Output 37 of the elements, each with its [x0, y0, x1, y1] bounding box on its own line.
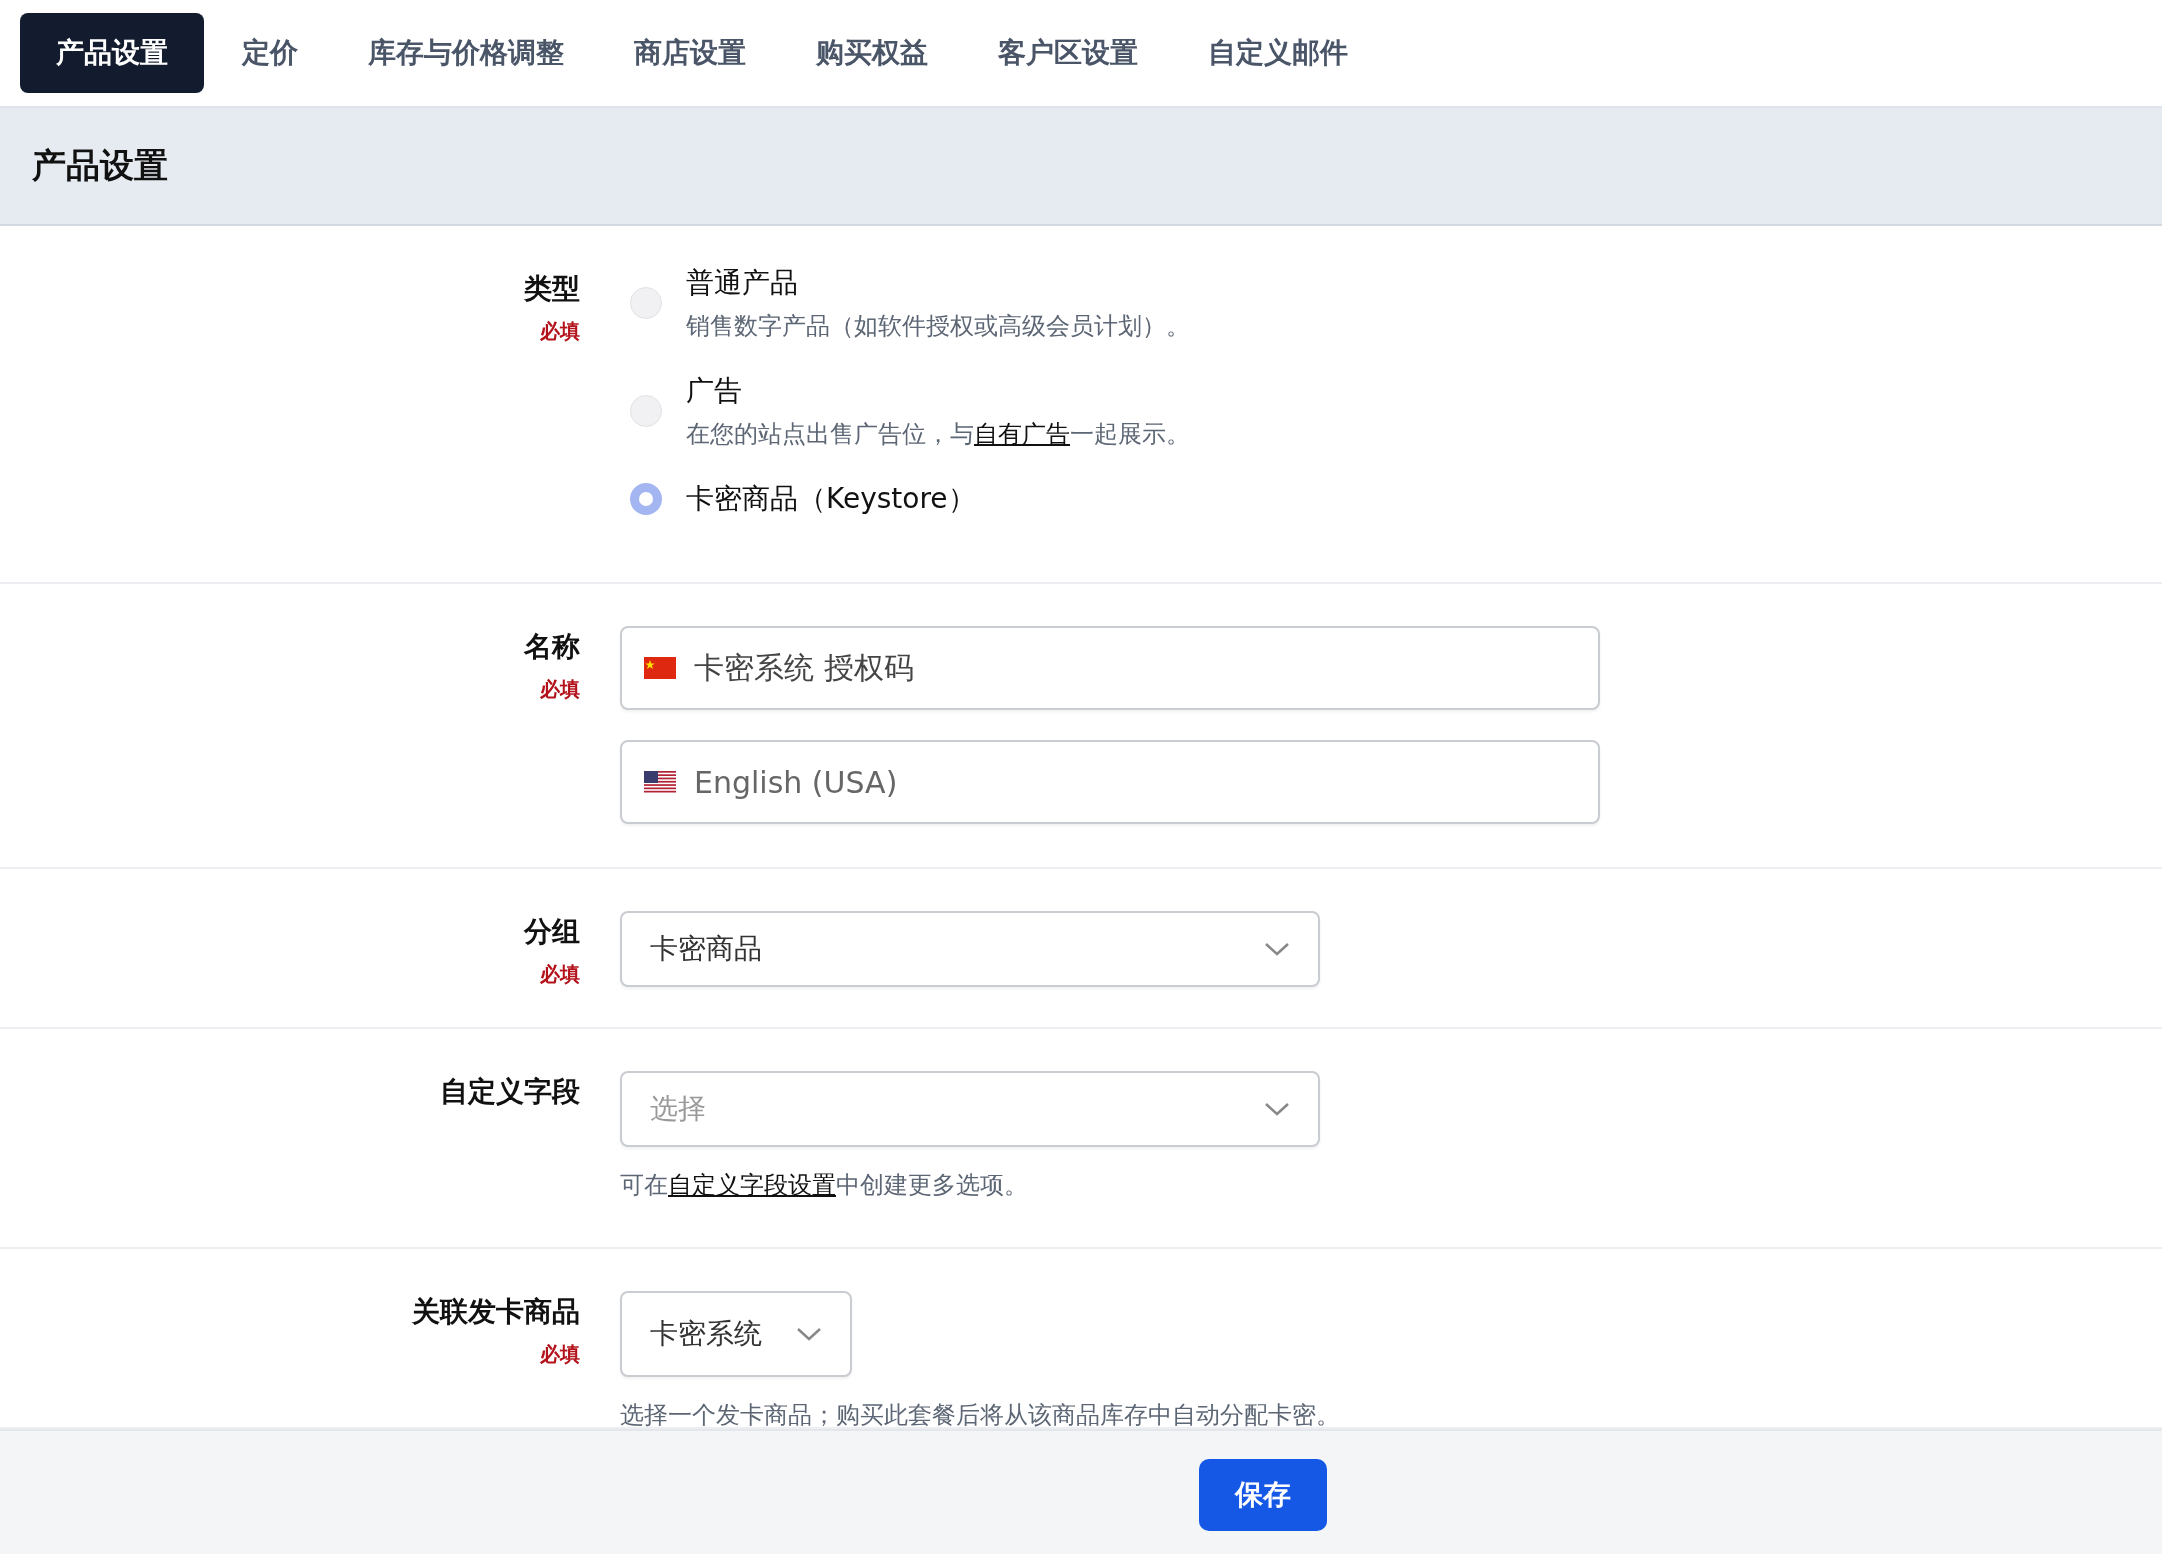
field-label: 自定义字段: [440, 1074, 580, 1110]
flag-icon: [644, 657, 676, 679]
required-note: 必填: [540, 318, 580, 345]
field-label: 关联发卡商品: [412, 1294, 580, 1330]
option-title: 卡密商品（Keystore）: [686, 481, 976, 517]
required-note: 必填: [540, 676, 580, 703]
text-field[interactable]: 卡密系统 授权码: [620, 626, 1600, 710]
field-label: 名称: [524, 629, 580, 665]
tab[interactable]: 商店设置: [602, 13, 778, 93]
tab[interactable]: 自定义邮件: [1176, 13, 1380, 93]
text-field[interactable]: English (USA): [620, 740, 1600, 824]
radio-button[interactable]: [630, 483, 662, 515]
required-note: 必填: [540, 1341, 580, 1368]
chevron-down-icon: [1264, 941, 1290, 957]
tab[interactable]: 定价: [210, 13, 330, 93]
option-description: 销售数字产品（如软件授权或高级会员计划）。: [686, 311, 1190, 342]
field-label: 类型: [524, 271, 580, 307]
tab[interactable]: 产品设置: [20, 13, 204, 93]
help-text: 选择一个发卡商品；购买此套餐后将从该商品库存中自动分配卡密。: [620, 1400, 1340, 1431]
help-text: 可在自定义字段设置中创建更多选项。: [620, 1170, 1029, 1201]
flag-icon: [644, 771, 676, 793]
tab[interactable]: 库存与价格调整: [336, 13, 596, 93]
chevron-down-icon: [1264, 1101, 1290, 1117]
select-field[interactable]: 卡密商品: [620, 911, 1320, 987]
required-note: 必填: [540, 961, 580, 988]
tab[interactable]: 购买权益: [784, 13, 960, 93]
field-label: 分组: [524, 914, 580, 950]
section-title: 产品设置: [32, 144, 168, 187]
link[interactable]: 自有广告: [974, 420, 1070, 448]
option-title: 普通产品: [686, 265, 799, 301]
save-button[interactable]: 保存: [1199, 1459, 1327, 1531]
option-title: 广告: [686, 373, 743, 409]
tab[interactable]: 客户区设置: [966, 13, 1170, 93]
link[interactable]: 自定义字段设置: [668, 1171, 836, 1199]
option-description: 在您的站点出售广告位，与自有广告一起展示。: [686, 419, 1190, 450]
select-field[interactable]: 卡密系统: [620, 1291, 852, 1377]
chevron-down-icon: [796, 1326, 822, 1342]
